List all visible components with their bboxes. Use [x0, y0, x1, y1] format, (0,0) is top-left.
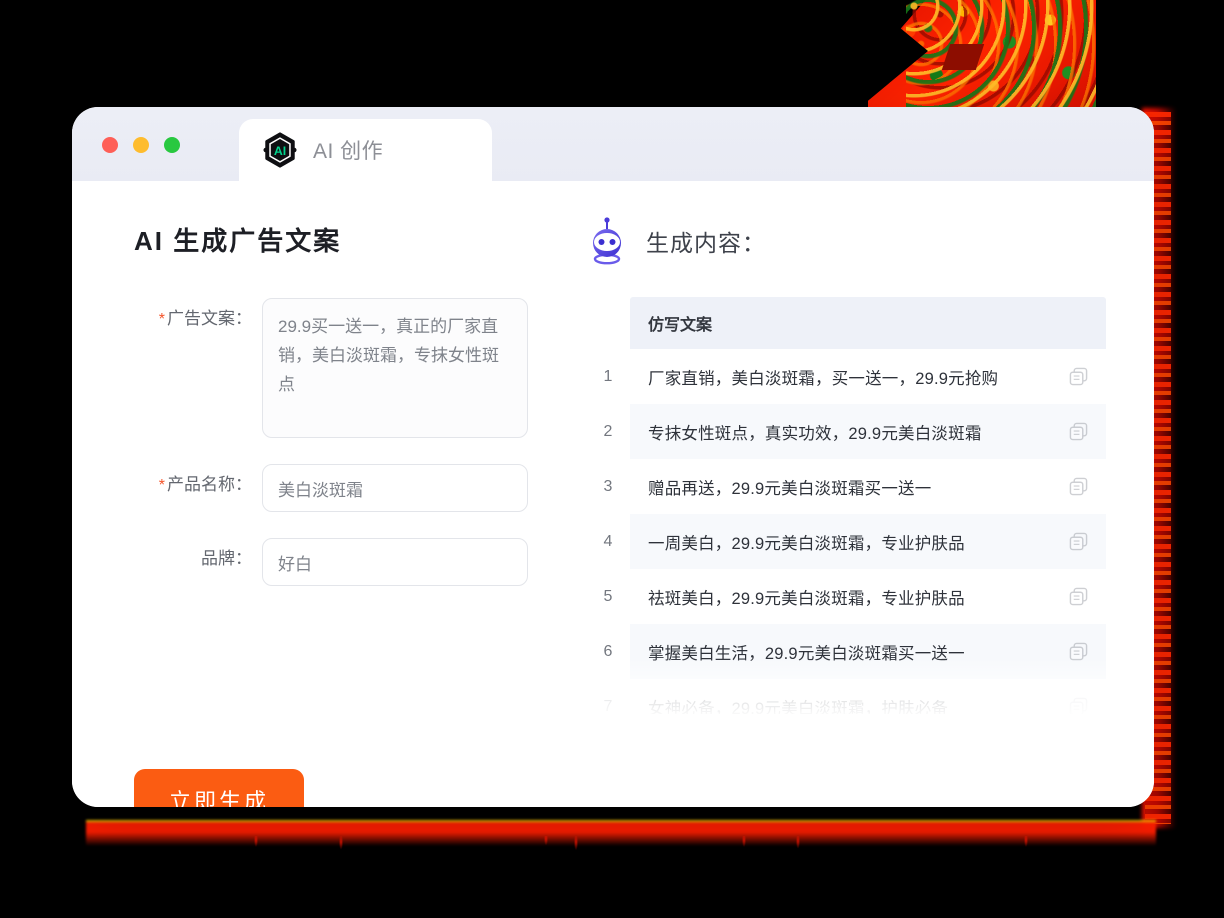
- ai-hexagon-logo-icon: AI: [263, 132, 297, 168]
- row-index-column: 1 2 3 4 5 6 7: [586, 297, 630, 715]
- results-table: 仿写文案 厂家直销，美白淡斑霜，买一送一，29.9元抢购 专抹女性斑点，真实功效…: [630, 297, 1106, 714]
- glow-bottom-drips: [86, 836, 1156, 860]
- berry-texture-graphic: [868, 0, 1096, 108]
- required-asterisk-icon: *: [158, 311, 165, 328]
- results-title: 生成内容：: [646, 230, 766, 256]
- row-text: 赠品再送，29.9元美白淡斑霜买一送一: [648, 479, 932, 498]
- robot-head-icon: [593, 217, 621, 265]
- page-title: AI 生成广告文案: [134, 226, 342, 256]
- results-table-clip: 1 2 3 4 5 6 7 仿写文案 厂家直销，美白淡斑霜，买一送一，29.9元…: [586, 297, 1106, 714]
- results-header: 生成内容：: [586, 217, 1106, 265]
- row-text: 祛斑美白，29.9元美白淡斑霜，专业护肤品: [648, 589, 965, 608]
- traffic-light-group: [102, 137, 180, 153]
- window-content: AI 生成广告文案 * 广告文案： 29.9买一送一，真正的厂家直销，美白淡斑霜，…: [72, 181, 1154, 807]
- results-pane: 生成内容： 1 2 3 4 5 6 7 仿写文案 厂家直销，美白淡斑霜，买一送一…: [572, 181, 1154, 807]
- ad-copy-textarea[interactable]: 29.9买一送一，真正的厂家直销，美白淡斑霜，专抹女性斑点: [262, 298, 528, 438]
- minimize-button[interactable]: [133, 137, 149, 153]
- row-index: 6: [603, 642, 613, 660]
- maximize-button[interactable]: [164, 137, 180, 153]
- berry-speckles: [906, 0, 1096, 108]
- table-row[interactable]: 一周美白，29.9元美白淡斑霜，专业护肤品: [630, 514, 1106, 569]
- page-root: AI AI 创作 AI 生成广告文案 * 广告文案： 29.9买一送一，真正的厂家…: [0, 0, 1224, 918]
- tab-ai-creation[interactable]: AI AI 创作: [239, 119, 492, 181]
- copy-icon[interactable]: [1069, 367, 1088, 386]
- field-product-name: * 产品名称： 美白淡斑霜: [134, 464, 572, 512]
- row-text: 厂家直销，美白淡斑霜，买一送一，29.9元抢购: [648, 369, 999, 388]
- field-brand-label: 品牌：: [201, 549, 252, 568]
- app-window: AI AI 创作 AI 生成广告文案 * 广告文案： 29.9买一送一，真正的厂家…: [72, 107, 1154, 807]
- copy-icon[interactable]: [1069, 587, 1088, 606]
- field-ad-copy: * 广告文案： 29.9买一送一，真正的厂家直销，美白淡斑霜，专抹女性斑点: [134, 298, 572, 438]
- table-column-header: 仿写文案: [630, 297, 1106, 349]
- row-index: 4: [603, 532, 613, 550]
- copy-icon[interactable]: [1069, 697, 1088, 714]
- svg-text:AI: AI: [274, 144, 286, 158]
- table-row[interactable]: 掌握美白生活，29.9元美白淡斑霜买一送一: [630, 624, 1106, 679]
- copy-icon[interactable]: [1069, 422, 1088, 441]
- row-index: 2: [603, 422, 613, 440]
- brand-input[interactable]: 好白: [262, 538, 528, 586]
- title-bar: AI AI 创作: [72, 107, 1154, 181]
- row-index: 3: [603, 477, 613, 495]
- copy-icon[interactable]: [1069, 477, 1088, 496]
- product-name-input[interactable]: 美白淡斑霜: [262, 464, 528, 512]
- tab-label: AI 创作: [313, 140, 384, 163]
- table-row[interactable]: 赠品再送，29.9元美白淡斑霜买一送一: [630, 459, 1106, 514]
- generate-button[interactable]: 立即生成: [134, 769, 304, 807]
- copy-icon[interactable]: [1069, 532, 1088, 551]
- row-index: 7: [603, 697, 613, 715]
- field-brand: 品牌： 好白: [134, 538, 572, 586]
- table-row[interactable]: 女神必备，29.9元美白淡斑霜，护肤必备: [630, 679, 1106, 714]
- table-row[interactable]: 祛斑美白，29.9元美白淡斑霜，专业护肤品: [630, 569, 1106, 624]
- results-table-wrapper: 1 2 3 4 5 6 7 仿写文案 厂家直销，美白淡斑霜，买一送一，29.9元…: [586, 297, 1106, 714]
- row-text: 专抹女性斑点，真实功效，29.9元美白淡斑霜: [648, 424, 982, 443]
- row-text: 女神必备，29.9元美白淡斑霜，护肤必备: [648, 699, 949, 715]
- form-pane: AI 生成广告文案 * 广告文案： 29.9买一送一，真正的厂家直销，美白淡斑霜，…: [72, 181, 572, 807]
- row-text: 一周美白，29.9元美白淡斑霜，专业护肤品: [648, 534, 965, 553]
- field-ad-copy-label: * 广告文案：: [158, 309, 252, 328]
- required-asterisk-icon: *: [158, 477, 165, 494]
- row-index: 1: [603, 367, 613, 385]
- field-product-name-label: * 产品名称：: [158, 475, 252, 494]
- copy-icon[interactable]: [1069, 642, 1088, 661]
- table-row[interactable]: 厂家直销，美白淡斑霜，买一送一，29.9元抢购: [630, 349, 1106, 404]
- table-row[interactable]: 专抹女性斑点，真实功效，29.9元美白淡斑霜: [630, 404, 1106, 459]
- row-index: 5: [603, 587, 613, 605]
- row-text: 掌握美白生活，29.9元美白淡斑霜买一送一: [648, 644, 965, 663]
- close-button[interactable]: [102, 137, 118, 153]
